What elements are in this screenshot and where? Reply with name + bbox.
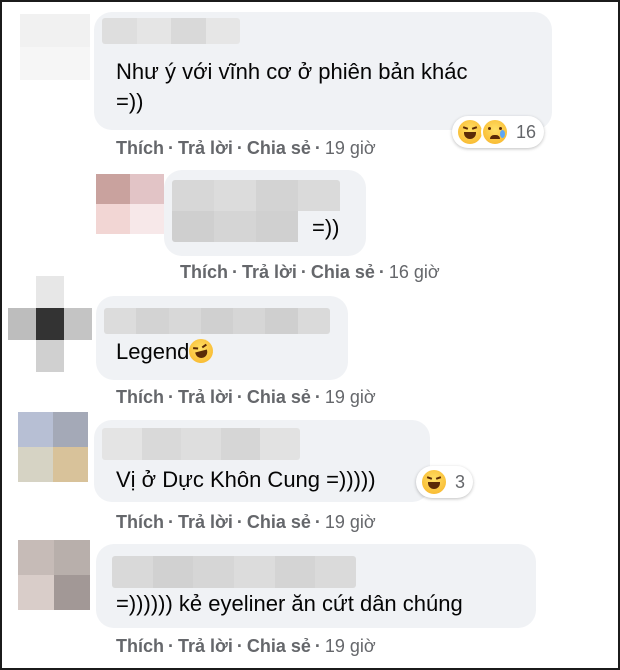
reply-link[interactable]: Trả lời [178,138,233,158]
timestamp[interactable]: 16 giờ [389,262,440,282]
comment-actions: Thích · Trả lời · Chia sẻ · 16 giờ [180,262,440,282]
rolling-laugh-icon [186,336,217,366]
reaction-count: 16 [516,121,537,142]
reaction-count: 3 [455,471,466,492]
reply-link[interactable]: Trả lời [178,512,233,532]
like-link[interactable]: Thích [116,138,164,158]
comment-text: =)))))) kẻ eyeliner ăn cứt dân chúng [116,591,463,616]
comment-actions: Thích · Trả lời · Chia sẻ · 19 giờ [116,387,376,407]
comment-text-line2: =)) [116,89,144,114]
avatar[interactable] [20,14,90,80]
timestamp[interactable]: 19 giờ [325,387,376,407]
comment-actions: Thích · Trả lời · Chia sẻ · 19 giờ [116,636,376,656]
reaction-summary[interactable]: 3 [416,466,474,498]
like-link[interactable]: Thích [116,512,164,532]
timestamp[interactable]: 19 giờ [325,138,376,158]
share-link[interactable]: Chia sẻ [247,636,311,656]
reply-link[interactable]: Trả lời [242,262,297,282]
commenter-name[interactable] [102,18,240,44]
comment-text: Legend [116,336,217,366]
avatar[interactable] [96,174,164,234]
haha-icon [456,118,484,146]
timestamp[interactable]: 19 giờ [325,512,376,532]
comment-text: Vị ở Dực Khôn Cung =))))) [116,467,376,492]
avatar[interactable] [18,412,88,482]
avatar[interactable] [8,276,92,372]
commenter-name[interactable] [104,308,330,334]
commenter-name[interactable] [112,556,356,588]
sad-icon [481,118,509,146]
comment-text-line1: Như ý với vĩnh cơ ở phiên bản khác [116,59,468,84]
like-link[interactable]: Thích [116,636,164,656]
like-link[interactable]: Thích [180,262,228,282]
comment-text: =)) [312,215,340,240]
like-link[interactable]: Thích [116,387,164,407]
reaction-summary[interactable]: 16 [452,116,545,148]
reply-link[interactable]: Trả lời [178,636,233,656]
avatar[interactable] [18,540,90,610]
timestamp[interactable]: 19 giờ [325,636,376,656]
share-link[interactable]: Chia sẻ [247,512,311,532]
commenter-name[interactable] [102,428,300,460]
share-link[interactable]: Chia sẻ [247,138,311,158]
comment-actions: Thích · Trả lời · Chia sẻ · 19 giờ [116,512,376,532]
comment-actions: Thích · Trả lời · Chia sẻ · 19 giờ [116,138,376,158]
haha-icon [420,468,448,496]
reply-link[interactable]: Trả lời [178,387,233,407]
share-link[interactable]: Chia sẻ [247,387,311,407]
share-link[interactable]: Chia sẻ [311,262,375,282]
